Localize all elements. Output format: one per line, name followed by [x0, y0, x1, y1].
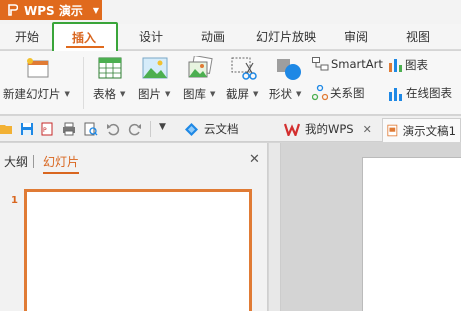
tab-design[interactable]: 设计 [136, 24, 166, 50]
slides-pane-header: 大纲 幻灯片 ✕ [0, 143, 268, 177]
table-button[interactable]: 表格 ▼ [93, 86, 125, 102]
new-slide-icon [27, 58, 49, 78]
new-slide-label: 新建幻灯片 [3, 87, 61, 101]
shape-icon [277, 59, 301, 80]
tab-slides[interactable]: 幻灯片 [43, 153, 80, 174]
relation-button[interactable]: 关系图 [312, 85, 365, 101]
close-icon[interactable]: ✕ [363, 123, 372, 136]
presentation-file-icon [387, 124, 398, 137]
undo-icon[interactable] [106, 122, 120, 136]
tab-animation[interactable]: 动画 [198, 24, 228, 50]
shape-button[interactable]: 形状 ▼ [269, 86, 301, 102]
chevron-down-icon: ▼ [253, 90, 259, 98]
wps-w-icon [284, 123, 300, 136]
print-preview-icon[interactable] [84, 122, 98, 136]
chevron-down-icon: ▼ [92, 5, 100, 15]
open-folder-icon[interactable] [0, 122, 14, 136]
doc-tab-cloud-label: 云文档 [204, 122, 239, 136]
chart-label: 图表 [405, 58, 428, 72]
tab-outline[interactable]: 大纲 [4, 153, 28, 170]
export-pdf-icon[interactable]: P [40, 122, 54, 136]
svg-text:P: P [43, 127, 47, 134]
app-title: WPS 演示 [24, 3, 83, 18]
online-chart-icon [389, 87, 402, 101]
print-icon[interactable] [62, 122, 76, 136]
shape-label: 形状 [269, 87, 292, 101]
picture-label: 图片 [138, 87, 161, 101]
tab-home[interactable]: 开始 [12, 24, 42, 50]
table-label: 表格 [93, 87, 116, 101]
quick-access-toolbar: P ▼ 云文档 我的WPS ✕ 演示文稿1 [0, 116, 461, 142]
chart-button[interactable]: 图表 [388, 57, 428, 73]
tab-insert[interactable]: 插入 [62, 25, 106, 51]
doc-tab-current-label: 演示文稿1 [402, 123, 456, 138]
chevron-down-icon: ▼ [64, 90, 70, 98]
save-icon[interactable] [20, 122, 34, 136]
slide-canvas[interactable] [362, 157, 461, 311]
app-menu-button[interactable]: WPS 演示 ▼ [0, 0, 102, 20]
picture-icon [142, 57, 168, 79]
smartart-button[interactable]: SmartArt [312, 57, 383, 71]
tab-review[interactable]: 审阅 [341, 24, 371, 50]
gallery-button[interactable]: 图库 ▼ [183, 86, 215, 102]
chevron-down-icon: ▼ [210, 90, 216, 98]
doc-tab-my-wps[interactable]: 我的WPS ✕ [280, 118, 376, 140]
smartart-label: SmartArt [331, 57, 383, 71]
relation-diagram-icon [312, 85, 328, 101]
tab-slideshow[interactable]: 幻灯片放映 [253, 24, 319, 50]
pane-splitter[interactable] [269, 143, 281, 311]
screenshot-button[interactable]: 截屏 ▼ [226, 86, 258, 102]
chevron-down-icon: ▼ [120, 90, 126, 98]
table-icon [98, 57, 122, 79]
new-slide-button[interactable]: 新建幻灯片 ▼ [3, 86, 70, 102]
screenshot-label: 截屏 [226, 87, 249, 101]
picture-button[interactable]: 图片 ▼ [138, 86, 170, 102]
wps-logo-icon [8, 4, 18, 16]
ribbon-separator [83, 57, 84, 109]
ribbon: 新建幻灯片 ▼ 表格 ▼ 图片 ▼ 图库 ▼ 截屏 ▼ 形状 ▼ SmartAr… [0, 51, 461, 115]
customize-toolbar-dropdown-icon[interactable]: ▼ [159, 122, 166, 132]
online-chart-label: 在线图表 [406, 86, 452, 100]
chevron-down-icon: ▼ [165, 90, 171, 98]
slide-number: 1 [11, 195, 18, 206]
doc-tab-my-wps-label: 我的WPS [305, 122, 354, 136]
gallery-label: 图库 [183, 87, 206, 101]
gallery-icon [188, 56, 213, 78]
redo-icon[interactable] [128, 122, 142, 136]
online-chart-button[interactable]: 在线图表 [388, 85, 452, 101]
slide-thumbnail[interactable] [24, 189, 252, 311]
doc-tab-current[interactable]: 演示文稿1 [382, 118, 461, 142]
close-icon[interactable]: ✕ [249, 152, 260, 167]
relation-label: 关系图 [330, 86, 365, 100]
smartart-icon [312, 57, 329, 71]
cloud-docs-icon [185, 122, 198, 136]
scissors-icon [231, 57, 257, 80]
title-bar: WPS 演示 ▼ [0, 0, 461, 24]
bar-chart-icon [389, 59, 402, 72]
doc-tab-cloud[interactable]: 云文档 [180, 118, 243, 140]
slides-pane: 大纲 幻灯片 ✕ 1 [0, 143, 268, 311]
toolbar-separator [150, 121, 151, 137]
tab-view[interactable]: 视图 [403, 24, 433, 50]
chevron-down-icon: ▼ [296, 90, 302, 98]
pane-tab-divider [33, 155, 34, 168]
